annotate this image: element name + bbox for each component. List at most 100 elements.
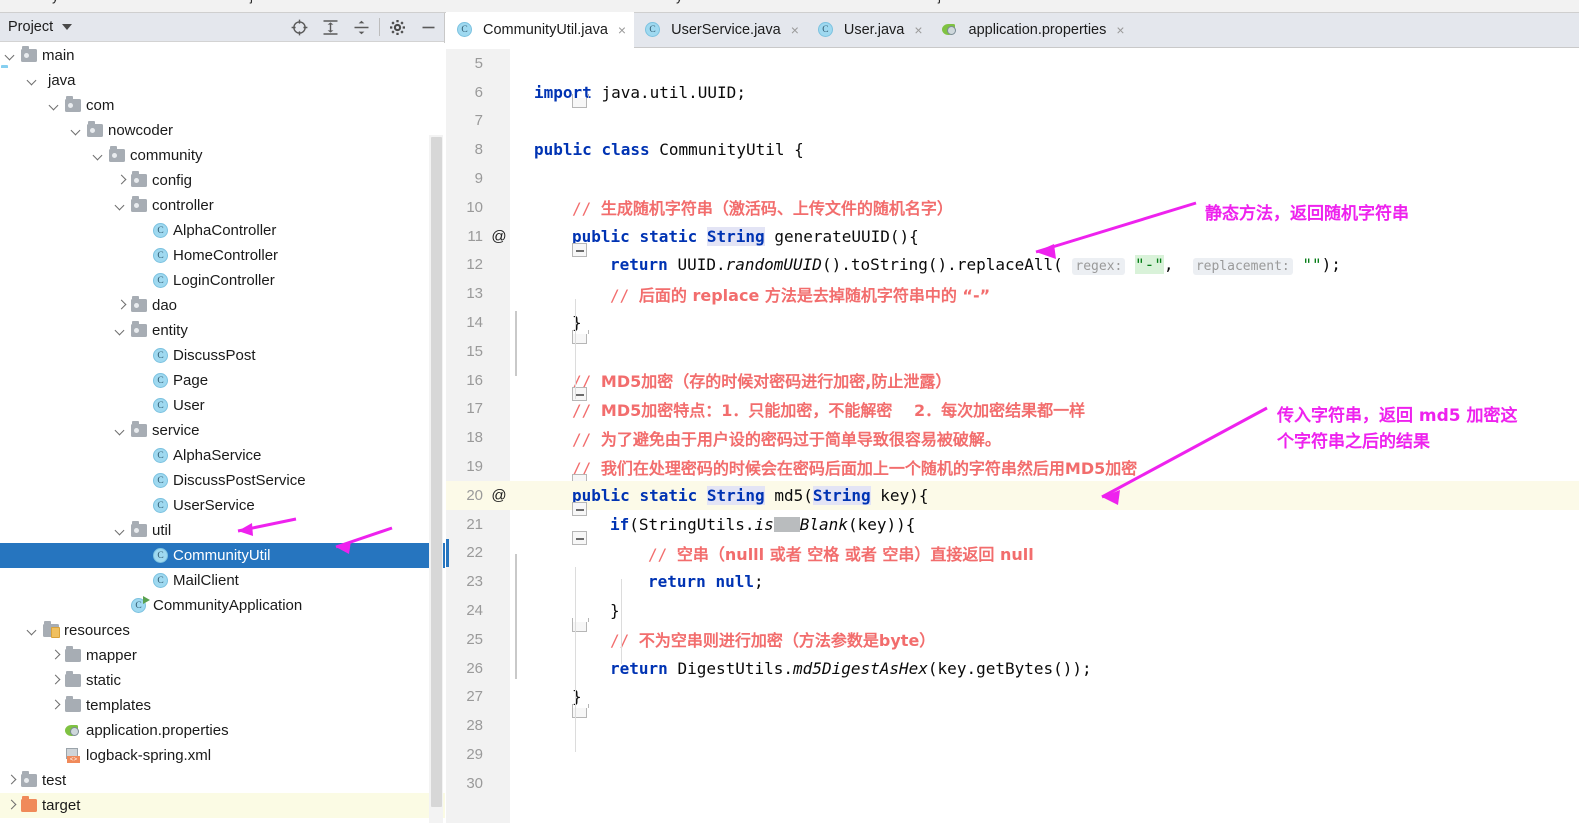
tree-collapse-arrow[interactable] xyxy=(50,675,61,686)
tree-expand-arrow[interactable] xyxy=(116,325,127,336)
editor-tab-user-java[interactable]: C User.java × xyxy=(807,12,931,47)
code-text[interactable]: import java.util.UUID; xyxy=(534,83,1579,102)
code-text[interactable] xyxy=(534,745,1579,764)
tree-node-main[interactable]: main xyxy=(0,43,445,68)
tree-node-communityapplication[interactable]: C CommunityApplication xyxy=(0,593,445,618)
code-line-25[interactable]: 25 // 不为空串则进行加密（方法参数是byte） xyxy=(446,625,1579,654)
locate-in-tree-icon[interactable] xyxy=(284,13,315,42)
code-line-26[interactable]: 26 return DigestUtils.md5DigestAsHex(key.… xyxy=(446,654,1579,683)
code-line-28[interactable]: 28 xyxy=(446,711,1579,740)
gear-icon[interactable] xyxy=(382,13,413,42)
tree-node-page[interactable]: C Page xyxy=(0,368,445,393)
code-line-11[interactable]: 11 @ public static String generateUUID(){ xyxy=(446,222,1579,258)
code-line-29[interactable]: 29 xyxy=(446,740,1579,769)
tree-node-dao[interactable]: dao xyxy=(0,293,445,318)
gutter-annotation-marker[interactable]: @ xyxy=(488,487,510,504)
code-text[interactable]: } xyxy=(534,687,1579,706)
code-text[interactable] xyxy=(534,169,1579,188)
editor-tab-bar[interactable]: C CommunityUtil.java × C UserService.java × C U… xyxy=(446,12,1579,48)
tree-collapse-arrow[interactable] xyxy=(6,800,17,811)
tree-node-test[interactable]: test xyxy=(0,768,445,793)
code-line-7[interactable]: 7 xyxy=(446,107,1579,136)
code-line-5[interactable]: 5 xyxy=(446,49,1579,78)
tree-node-controller[interactable]: controller xyxy=(0,193,445,218)
editor-tab-application-properties[interactable]: application.properties × xyxy=(931,12,1133,47)
code-text[interactable]: // 不为空串则进行加密（方法参数是byte） xyxy=(534,627,1579,651)
code-text[interactable]: return UUID.randomUUID().toString().repl… xyxy=(534,255,1579,276)
code-text[interactable] xyxy=(534,54,1579,73)
code-text[interactable]: // 生成随机字符串（激活码、上传文件的随机名字） xyxy=(534,195,1579,219)
code-line-30[interactable]: 30 xyxy=(446,769,1579,798)
tree-node-com[interactable]: com xyxy=(0,93,445,118)
code-text[interactable]: // MD5加密（存的时候对密码进行加密,防止泄露） xyxy=(534,368,1579,392)
editor-tab-communityutil-java[interactable]: C CommunityUtil.java × xyxy=(446,12,635,48)
tree-node-application-properties[interactable]: application.properties xyxy=(0,718,445,743)
tree-collapse-arrow[interactable] xyxy=(116,175,127,186)
tree-node-static[interactable]: static xyxy=(0,668,445,693)
code-line-13[interactable]: 13 // 后面的 replace 方法是去掉随机字符串中的 “-” xyxy=(446,279,1579,308)
tree-collapse-arrow[interactable] xyxy=(50,700,61,711)
code-line-24[interactable]: 24} xyxy=(446,596,1579,632)
chevron-down-icon[interactable] xyxy=(62,24,73,30)
tree-node-discusspost[interactable]: C DiscussPost xyxy=(0,343,445,368)
code-line-6[interactable]: 6 import java.util.UUID; xyxy=(446,78,1579,109)
code-line-12[interactable]: 12 return UUID.randomUUID().toString().re… xyxy=(446,251,1579,280)
code-line-27[interactable]: 27} xyxy=(446,683,1579,718)
tree-collapse-arrow[interactable] xyxy=(50,650,61,661)
code-text[interactable]: } xyxy=(534,601,1579,620)
collapse-all-icon[interactable] xyxy=(346,13,377,42)
tree-node-community[interactable]: community xyxy=(0,143,445,168)
code-line-21[interactable]: 21 if(StringUtils.is Blank(key)){ xyxy=(446,510,1579,546)
code-text[interactable]: // 空串（nulll 或者 空格 或者 空串）直接返回 null xyxy=(534,541,1579,565)
tree-node-java[interactable]: java xyxy=(0,68,445,93)
project-tree-scrollbar-thumb[interactable] xyxy=(431,137,442,807)
close-icon[interactable]: × xyxy=(1116,23,1124,37)
code-line-19[interactable]: 19 // 我们在处理密码的时候会在密码后面加上一个随机的字符串然后用MD5加密 xyxy=(446,452,1579,488)
tree-node-mapper[interactable]: mapper xyxy=(0,643,445,668)
tree-node-alphaservice[interactable]: C AlphaService xyxy=(0,443,445,468)
tree-expand-arrow[interactable] xyxy=(116,200,127,211)
editor-tab-userservice-java[interactable]: C UserService.java × xyxy=(634,12,807,47)
code-text[interactable]: if(StringUtils.is Blank(key)){ xyxy=(534,515,1579,534)
code-text[interactable] xyxy=(534,774,1579,793)
tree-collapse-arrow[interactable] xyxy=(6,775,17,786)
code-text[interactable]: public static String md5(String key){ xyxy=(534,485,1579,505)
tree-node-util[interactable]: util xyxy=(0,518,445,543)
tree-node-target[interactable]: target xyxy=(0,793,445,818)
code-line-8[interactable]: 8 public class CommunityUtil { xyxy=(446,135,1579,164)
tree-node-alphacontroller[interactable]: C AlphaController xyxy=(0,218,445,243)
expand-all-icon[interactable] xyxy=(315,13,346,42)
tree-expand-arrow[interactable] xyxy=(28,625,39,636)
code-line-16[interactable]: 16 // MD5加密（存的时候对密码进行加密,防止泄露） xyxy=(446,366,1579,402)
project-tree[interactable]: main java com nowcoder community config contro… xyxy=(0,43,445,823)
tree-node-communityutil[interactable]: C CommunityUtil xyxy=(0,543,445,568)
code-text[interactable] xyxy=(534,716,1579,735)
code-line-15[interactable]: 15 xyxy=(446,337,1579,366)
code-text[interactable]: return null; xyxy=(534,572,1579,591)
close-icon[interactable]: × xyxy=(914,23,922,37)
hide-window-icon[interactable] xyxy=(413,13,444,42)
tree-node-entity[interactable]: entity xyxy=(0,318,445,343)
tree-node-nowcoder[interactable]: nowcoder xyxy=(0,118,445,143)
tree-node-config[interactable]: config xyxy=(0,168,445,193)
tree-collapse-arrow[interactable] xyxy=(116,300,127,311)
tree-node-userservice[interactable]: C UserService xyxy=(0,493,445,518)
code-text[interactable]: return DigestUtils.md5DigestAsHex(key.ge… xyxy=(534,659,1579,678)
code-text[interactable]: public static String generateUUID(){ xyxy=(534,226,1579,246)
tree-expand-arrow[interactable] xyxy=(28,75,39,86)
code-text[interactable]: // 后面的 replace 方法是去掉随机字符串中的 “-” xyxy=(534,282,1579,306)
tree-node-mailclient[interactable]: C MailClient xyxy=(0,568,445,593)
tree-node-logincontroller[interactable]: C LoginController xyxy=(0,268,445,293)
code-line-10[interactable]: 10 // 生成随机字符串（激活码、上传文件的随机名字） xyxy=(446,193,1579,222)
tree-expand-arrow[interactable] xyxy=(116,425,127,436)
code-line-22[interactable]: 22 // 空串（nulll 或者 空格 或者 空串）直接返回 null xyxy=(446,538,1579,568)
tree-node-resources[interactable]: resources xyxy=(0,618,445,643)
tree-expand-arrow[interactable] xyxy=(6,50,17,61)
tree-node-logback-spring-xml[interactable]: <> logback-spring.xml xyxy=(0,743,445,768)
tree-node-service[interactable]: service xyxy=(0,418,445,443)
code-text[interactable]: } xyxy=(534,313,1579,332)
code-line-9[interactable]: 9 xyxy=(446,164,1579,193)
code-text[interactable]: // 我们在处理密码的时候会在密码后面加上一个随机的字符串然后用MD5加密 xyxy=(534,455,1579,479)
tree-node-discusspostservice[interactable]: C DiscussPostService xyxy=(0,468,445,493)
code-line-23[interactable]: 23 return null; xyxy=(446,567,1579,596)
